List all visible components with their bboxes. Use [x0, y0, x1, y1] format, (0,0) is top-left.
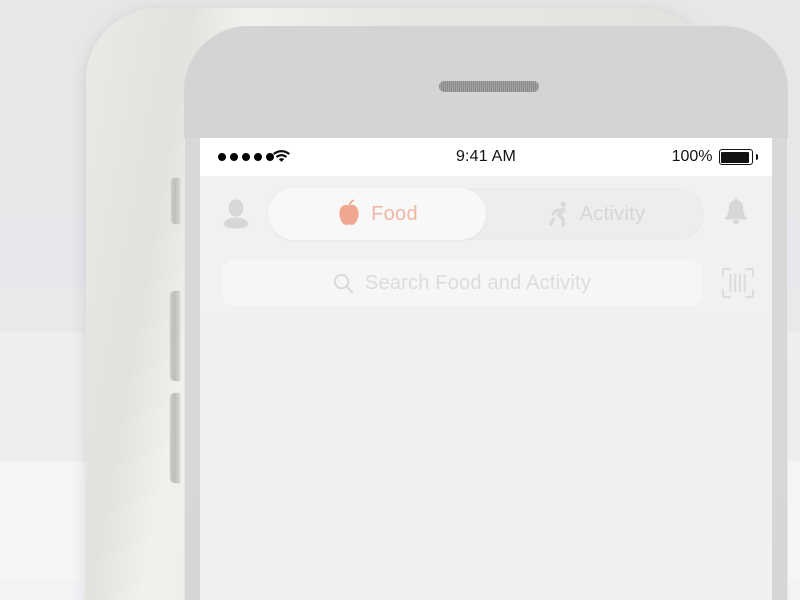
barcode-scan-button[interactable] — [712, 260, 764, 306]
silent-switch-button[interactable] — [171, 178, 180, 224]
profile-button[interactable] — [208, 186, 264, 242]
tab-food[interactable]: Food — [268, 188, 486, 240]
search-row: Search Food and Activity — [200, 252, 772, 314]
phone-screen: 9:41 AM 100% Food Activity Search Food a… — [200, 138, 772, 600]
volume-down-button[interactable] — [170, 393, 180, 483]
apple-icon — [336, 199, 362, 229]
search-input[interactable]: Search Food and Activity — [222, 260, 702, 306]
screenshot-canvas: 9:41 AM 100% Food Activity Search Food a… — [0, 0, 800, 600]
top-navigation-bar: Food Activity — [200, 176, 772, 252]
phone-device-frame: 9:41 AM 100% Food Activity Search Food a… — [86, 8, 788, 600]
battery-full-icon — [718, 149, 753, 165]
battery-percent-label: 100% — [671, 148, 713, 165]
battery-cap — [755, 154, 758, 160]
notifications-button[interactable] — [708, 186, 764, 242]
bell-icon — [721, 198, 751, 230]
person-icon — [221, 198, 251, 230]
search-icon — [333, 273, 354, 294]
earpiece-speaker — [439, 81, 539, 92]
running-person-icon — [545, 200, 571, 228]
battery-status-group: 100% — [672, 148, 758, 166]
barcode-scan-icon — [721, 267, 755, 299]
tab-activity-label: Activity — [579, 202, 646, 225]
search-placeholder-label: Search Food and Activity — [364, 271, 592, 294]
volume-up-button[interactable] — [170, 291, 180, 381]
content-area-empty — [200, 314, 772, 600]
food-activity-segmented-control[interactable]: Food Activity — [268, 188, 704, 240]
tab-food-label: Food — [371, 202, 418, 225]
tab-activity[interactable]: Activity — [486, 188, 704, 240]
status-bar: 9:41 AM 100% — [200, 138, 772, 176]
